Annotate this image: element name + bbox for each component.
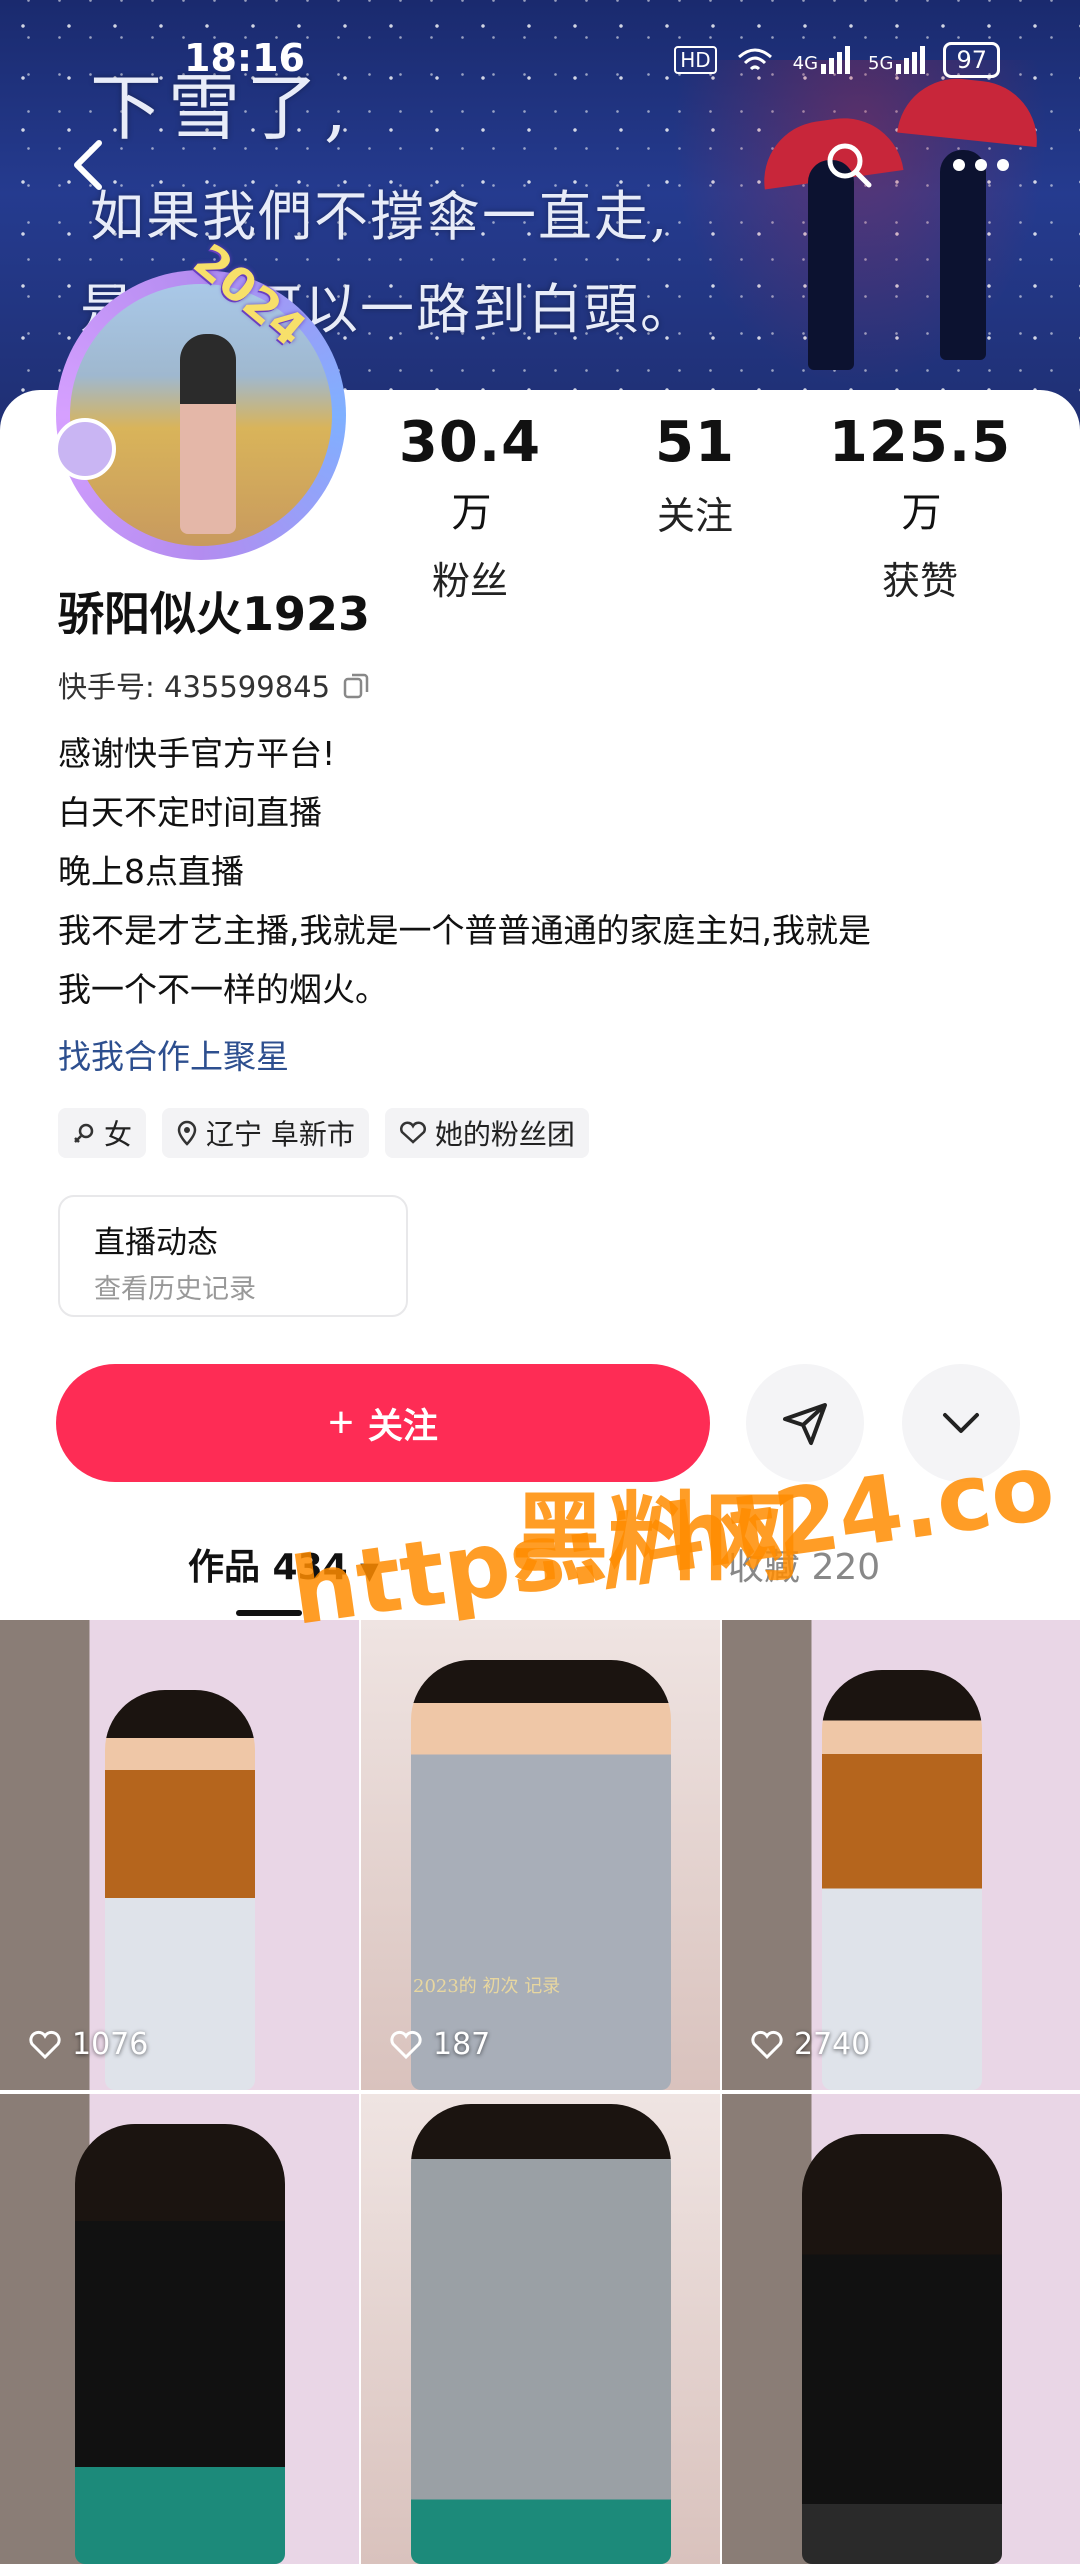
video-thumbnail[interactable]: 2023的 初次 记录 187 — [361, 1620, 720, 2090]
fans-unit: 万 — [451, 490, 493, 536]
kuaishou-id-label: 快手号: — [58, 670, 155, 704]
follow-button[interactable]: + 关注 — [56, 1364, 710, 1482]
hd-icon: HD — [674, 46, 717, 74]
heart-icon — [29, 2030, 61, 2059]
kuaishou-id-row: 快手号: 435599845 — [58, 664, 372, 706]
copy-icon[interactable] — [342, 670, 372, 700]
kuaishou-id: 435599845 — [164, 670, 331, 704]
video-grid: 1076 2023的 初次 记录 187 2740 — [0, 1620, 1080, 2564]
back-button[interactable] — [54, 130, 124, 200]
status-time: 18:16 — [184, 36, 305, 80]
heart-icon — [751, 2030, 783, 2059]
follow-label: 关注 — [367, 1406, 438, 1446]
battery-icon: 97 — [943, 42, 1000, 78]
more-button[interactable] — [946, 130, 1016, 200]
cover-illustration — [640, 60, 1080, 430]
plus-icon: + — [328, 1398, 354, 1447]
video-thumbnail[interactable] — [0, 2094, 359, 2564]
video-likes: 1076 — [28, 2027, 148, 2062]
profile-bio: 感谢快手官方平台! 白天不定时间直播 晚上8点直播 我不是才艺主播,我就是一个普… — [58, 724, 1028, 1019]
fans-count: 30.4 — [398, 410, 542, 475]
female-icon — [74, 1123, 94, 1143]
video-likes: 187 — [389, 2027, 490, 2062]
video-stamp: 2023的 初次 记录 — [413, 1976, 561, 1997]
video-thumbnail[interactable]: 1076 — [0, 1620, 359, 2090]
chevron-down-icon — [943, 1413, 979, 1433]
live-history-card[interactable]: 直播动态 查看历史记录 — [58, 1195, 408, 1317]
location-pin-icon — [177, 1120, 197, 1146]
caret-down-icon: ▼ — [360, 1557, 379, 1585]
bio-line: 我不是才艺主播,我就是一个普普通通的家庭主妇,我就是 — [58, 911, 871, 950]
heart-badge-icon — [399, 1121, 426, 1144]
send-icon — [783, 1403, 827, 1445]
more-dots-icon — [953, 159, 1009, 171]
live-card-title: 直播动态 — [94, 1225, 218, 1261]
system-icons: HD 4G 5G 97 — [674, 42, 1000, 78]
cover-text-line2: 如果我們不撐傘一直走, — [90, 185, 670, 248]
likes-label: 获赞 — [881, 559, 958, 603]
tag-gender: 女 — [58, 1108, 147, 1158]
following-count: 51 — [655, 410, 735, 475]
wifi-icon — [737, 48, 772, 71]
status-bar: 18:16 HD 4G 5G 97 — [0, 34, 1080, 84]
signal-4g-icon: 4G — [793, 46, 851, 74]
profile-name: 骄阳似火1923 — [58, 587, 371, 641]
bio-line: 晚上8点直播 — [58, 852, 244, 891]
likes-count: 125.5 — [828, 410, 1012, 475]
collab-link[interactable]: 找我合作上聚星 — [58, 1030, 289, 1078]
tab-works[interactable]: 作品 434 ▼ — [188, 1538, 379, 1590]
tag-fan-group[interactable]: 她的粉丝团 — [384, 1108, 589, 1158]
video-thumbnail[interactable]: 2740 — [722, 1620, 1080, 2090]
video-thumbnail[interactable] — [361, 2094, 720, 2564]
video-thumbnail[interactable] — [722, 2094, 1080, 2564]
chevron-left-icon — [74, 140, 102, 190]
bio-line: 白天不定时间直播 — [58, 793, 322, 832]
search-icon — [827, 143, 872, 188]
stat-fans[interactable]: 30.4 万 粉丝 — [380, 410, 560, 605]
profile-tags: 女 辽宁 阜新市 她的粉丝团 — [58, 1108, 589, 1158]
message-button[interactable] — [746, 1364, 864, 1482]
likes-unit: 万 — [901, 490, 943, 536]
tag-location[interactable]: 辽宁 阜新市 — [162, 1108, 369, 1158]
search-button[interactable] — [814, 130, 884, 200]
content-tabs: 作品 434 ▼ 收藏 220 — [0, 1520, 1080, 1620]
stat-following[interactable]: 51 关注 — [620, 410, 770, 540]
bio-line: 感谢快手官方平台! — [58, 734, 336, 773]
live-card-subtitle: 查看历史记录 — [94, 1274, 256, 1305]
video-likes: 2740 — [750, 2027, 870, 2062]
expand-button[interactable] — [902, 1364, 1020, 1482]
following-label: 关注 — [656, 494, 733, 538]
heart-icon — [390, 2030, 422, 2059]
tab-favorites[interactable]: 收藏 220 — [728, 1538, 880, 1590]
bio-line: 我一个不一样的烟火。 — [58, 970, 388, 1009]
tab-indicator — [236, 1610, 302, 1616]
fans-label: 粉丝 — [431, 559, 508, 603]
stat-likes[interactable]: 125.5 万 获赞 — [815, 410, 1025, 605]
signal-5g-icon: 5G — [868, 46, 926, 74]
film-reel-icon — [54, 418, 116, 480]
